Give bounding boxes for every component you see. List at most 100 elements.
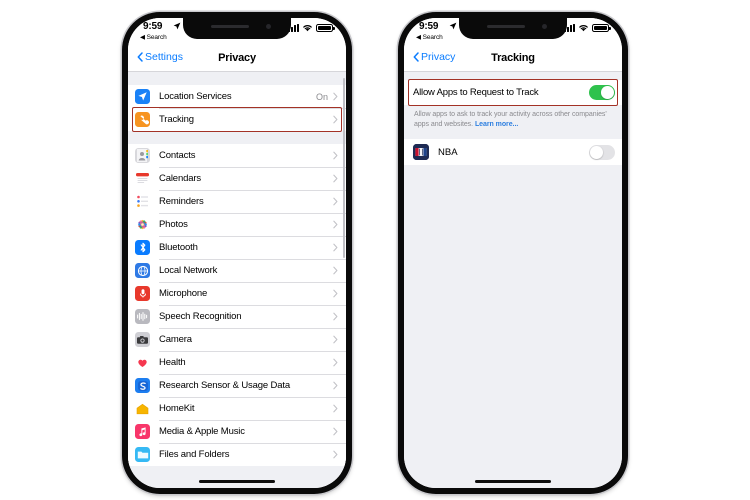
files-and-folders-icon [135,447,150,462]
reminders-icon [135,194,150,209]
page-title: Tracking [491,52,535,64]
status-indicators [288,23,335,32]
chevron-right-icon [333,92,338,101]
row-label: Reminders [159,196,204,207]
sidebar-item-speech-recognition[interactable]: Speech Recognition [128,305,346,328]
battery-full-icon [316,23,335,32]
chevron-right-icon [333,289,338,298]
row-label: HomeKit [159,403,195,414]
research-sensor-icon [135,378,150,393]
app-label: NBA [438,146,458,158]
wifi-icon [579,25,588,32]
sidebar-item-photos[interactable]: Photos [128,213,346,236]
media-apple-music-icon [135,424,150,439]
row-value: On [315,91,328,102]
contacts-icon [135,148,150,163]
chevron-right-icon [333,450,338,459]
privacy-group-primary: Location Services On Tracking [128,85,346,131]
chevron-right-icon [333,115,338,124]
row-label: Contacts [159,150,196,161]
sidebar-item-bluetooth[interactable]: Bluetooth [128,236,346,259]
chevron-right-icon [333,404,338,413]
home-indicator[interactable] [199,480,275,483]
health-icon [135,355,150,370]
chevron-right-icon [333,381,338,390]
chevron-right-icon [333,151,338,160]
sidebar-item-health[interactable]: Health [128,351,346,374]
local-network-icon [135,263,150,278]
right-nav-bar: Privacy Tracking [404,46,622,72]
chevron-right-icon [333,197,338,206]
row-label: Bluetooth [159,242,198,253]
page-title: Privacy [218,52,256,64]
earpiece-speaker [487,25,525,28]
nba-app-icon [413,144,429,161]
homekit-icon [135,401,150,416]
row-label: Microphone [159,288,208,299]
row-label: Location Services [159,91,232,102]
tracking-apps-group: NBA [404,139,622,166]
row-label: Calendars [159,173,201,184]
sidebar-item-calendars[interactable]: Calendars [128,167,346,190]
speech-recognition-icon [135,309,150,324]
status-back-to-search[interactable]: ◀ Search [416,33,443,41]
left-settings-list[interactable]: Location Services On Tracking Contacts C… [128,72,346,488]
chevron-right-icon [333,427,338,436]
front-camera [266,24,271,29]
wifi-icon [303,25,312,32]
row-label: Local Network [159,265,218,276]
sidebar-item-location-services[interactable]: Location Services On [128,85,346,108]
notch [459,18,567,39]
tracking-icon [135,112,150,127]
home-indicator[interactable] [475,480,551,483]
bluetooth-icon [135,240,150,255]
sidebar-item-contacts[interactable]: Contacts [128,144,346,167]
sidebar-item-tracking[interactable]: Tracking [128,108,346,131]
row-label: Media & Apple Music [159,426,245,437]
chevron-right-icon [333,174,338,183]
tracking-description: Allow apps to ask to track your activity… [404,105,622,139]
sidebar-item-microphone[interactable]: Microphone [128,282,346,305]
microphone-icon [135,286,150,301]
status-time: 9:59 [143,21,163,32]
row-label: Files and Folders [159,449,230,460]
screenshot-canvas: 9:59 ◀ Search Settings Privacy Location … [0,0,750,500]
nba-tracking-toggle[interactable] [589,144,615,160]
scrollbar[interactable] [342,78,345,258]
earpiece-speaker [211,25,249,28]
notch [183,18,291,39]
right-phone-screen: 9:59 ◀ Search Privacy Tracking Allow App… [404,18,622,488]
allow-tracking-group: Allow Apps to Request to Track [404,80,622,105]
row-label: Tracking [159,114,194,125]
chevron-right-icon [333,220,338,229]
sidebar-item-homekit[interactable]: HomeKit [128,397,346,420]
allow-apps-to-request-to-track-row[interactable]: Allow Apps to Request to Track [404,80,622,105]
right-phone-frame: 9:59 ◀ Search Privacy Tracking Allow App… [398,12,628,494]
sidebar-item-local-network[interactable]: Local Network [128,259,346,282]
location-services-icon [135,89,150,104]
calendars-icon [135,171,150,186]
sidebar-item-reminders[interactable]: Reminders [128,190,346,213]
toggle-label: Allow Apps to Request to Track [413,87,539,98]
status-back-to-search[interactable]: ◀ Search [140,33,167,41]
battery-full-icon [592,23,611,32]
row-label: Camera [159,334,192,345]
sidebar-item-research-sensor-usage-data[interactable]: Research Sensor & Usage Data [128,374,346,397]
learn-more-link[interactable]: Learn more... [475,121,518,128]
list-top-gap [128,72,346,85]
photos-icon [135,217,150,232]
status-indicators [564,23,611,32]
chevron-right-icon [333,312,338,321]
front-camera [542,24,547,29]
sidebar-item-camera[interactable]: Camera [128,328,346,351]
sidebar-item-files-and-folders[interactable]: Files and Folders [128,443,346,466]
location-arrow-icon [449,22,457,29]
location-arrow-icon [173,22,181,29]
row-label: Research Sensor & Usage Data [159,380,290,391]
app-row-nba[interactable]: NBA [404,139,622,166]
left-phone-screen: 9:59 ◀ Search Settings Privacy Location … [128,18,346,488]
status-time: 9:59 [419,21,439,32]
row-label: Photos [159,219,188,230]
allow-tracking-toggle[interactable] [589,85,615,100]
sidebar-item-media-apple-music[interactable]: Media & Apple Music [128,420,346,443]
